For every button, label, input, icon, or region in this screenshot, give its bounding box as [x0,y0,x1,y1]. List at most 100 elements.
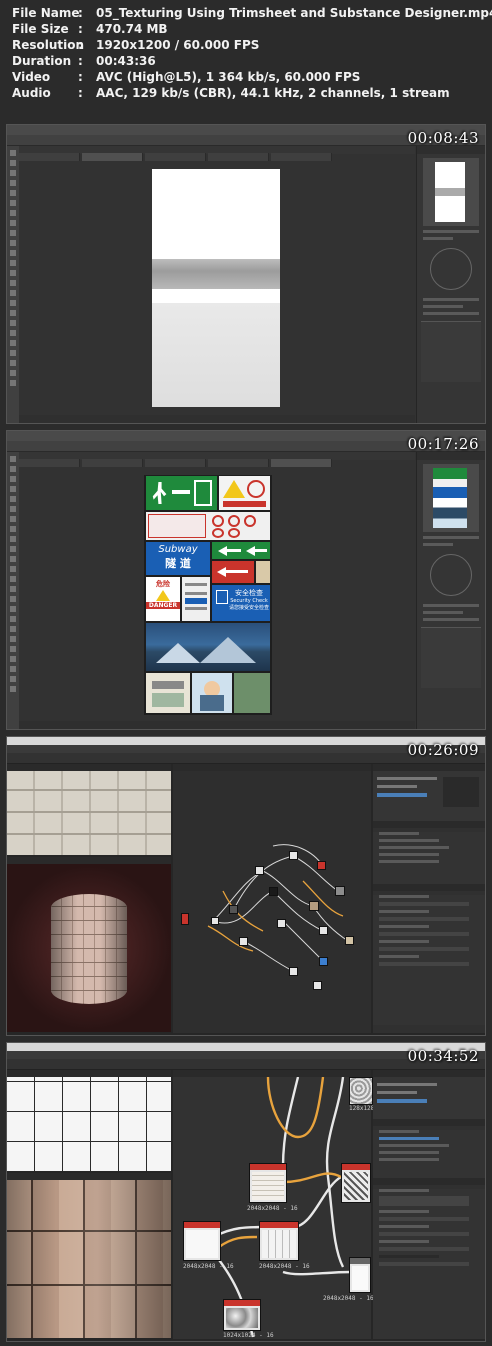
graph-node[interactable] [239,937,248,946]
ps-right-panel [416,146,485,423]
graph-node[interactable] [211,917,219,925]
red-arrow-sign [212,561,254,583]
info-value: AAC, 129 kb/s (CBR), 44.1 kHz, 2 channel… [96,86,450,100]
node-graph-zoomed[interactable]: 128x128 - 16 2048x2048 - 16 2048x2048 - … [173,1077,392,1339]
blend-node[interactable] [183,1221,221,1261]
ps-document-tabs [19,452,415,467]
info-value: 470.74 MB [96,22,168,36]
graph-node[interactable] [319,926,328,935]
node-resolution: 2048x2048 - 16 [259,1263,310,1270]
graph-node[interactable] [335,886,345,896]
ps-status-bar [19,415,415,423]
clouds-node[interactable] [223,1299,261,1331]
info-separator: : [78,86,83,100]
info-key: File Size [12,22,69,36]
small-notice [256,561,270,583]
pattern-node[interactable] [341,1163,371,1203]
danger-sign: 危险 DANGER [146,577,180,621]
thumbnail-3-substance-designer[interactable]: 00:26:09 [6,736,486,1036]
texture-node-top[interactable] [349,1077,373,1105]
timestamp: 00:26:09 [407,741,479,759]
info-separator: : [78,70,83,84]
exit-sign [146,476,217,510]
timestamp: 00:34:52 [407,1047,479,1065]
info-key: Audio [12,86,51,100]
graph-node[interactable] [277,919,286,928]
thumbnail-4-substance-designer[interactable]: 128x128 - 16 2048x2048 - 16 2048x2048 - … [6,1042,486,1342]
subway-title: Subway [158,544,198,555]
prohibition-signs [146,512,270,540]
info-value: 1920x1200 / 60.000 FPS [96,38,260,52]
file-info-header: File Name : 05_Texturing Using Trimsheet… [0,0,492,116]
info-key: File Name [12,6,80,20]
graph-wires [207,844,349,972]
ps-toolbar [7,146,19,423]
graph-node[interactable] [309,901,319,911]
info-value: 05_Texturing Using Trimsheet and Substan… [96,6,492,20]
node-output[interactable] [181,913,189,925]
ps-status-bar [19,721,415,729]
security-chinese: 安全检查 [235,589,263,597]
security-check-sign: 安全检查 Security Check 请您接受安全检查 [212,585,270,621]
trimsheet-canvas [152,169,280,407]
3d-view [7,864,171,1032]
graph-header [173,1070,371,1077]
2d-view-tiles [7,771,171,855]
info-key: Duration [12,54,72,68]
graph-node[interactable] [319,957,328,966]
2d-view-grid [7,1077,171,1171]
graph-node[interactable] [269,887,278,896]
tile-generator-node[interactable] [259,1221,299,1261]
node-resolution: 2048x2048 - 16 [183,1263,234,1270]
3d-view-closeup [7,1180,171,1338]
tile-node[interactable] [249,1163,287,1203]
graph-node[interactable] [289,967,298,976]
subway-chinese: 隧 道 [165,557,191,570]
graph-node[interactable] [313,981,322,990]
danger-label: DANGER [146,602,180,609]
2d-view-header [7,764,171,771]
node-resolution: 2048x2048 - 16 [323,1295,374,1302]
subway-sign: Subway 隧 道 [146,542,210,575]
info-separator: : [78,22,83,36]
security-chinese-2: 请您接受安全检查 [228,605,269,611]
cylinder-preview [51,894,127,1004]
info-value: 00:43:36 [96,54,156,68]
sign-trimsheet-canvas: Subway 隧 道 危险 DANGER 安全检查 Security Check… [144,475,272,715]
poster-middle [192,673,232,713]
graph-node[interactable] [229,905,238,914]
danger-chinese: 危险 [156,580,170,588]
3d-view-header [7,1173,171,1180]
sd-right-panels [373,1070,485,1339]
3d-view-header [7,857,171,864]
graph-node[interactable] [345,936,354,945]
ps-toolbar [7,452,19,729]
node-graph[interactable] [173,771,371,1033]
2d-view-header [7,1070,171,1077]
info-separator: : [78,6,83,20]
info-value: AVC (High@L5), 1 364 kb/s, 60.000 FPS [96,70,361,84]
thumbnail-2-photoshop[interactable]: Subway 隧 道 危险 DANGER 安全检查 Security Check… [6,430,486,730]
timestamp: 00:17:26 [407,435,479,453]
info-separator: : [78,38,83,52]
graph-node[interactable] [289,851,298,860]
graph-node[interactable] [317,861,326,870]
poster-right [234,673,270,713]
info-key: Resolution [12,38,85,52]
warning-sign [219,476,270,510]
ps-right-panel [416,452,485,729]
graph-node[interactable] [255,866,264,875]
graph-header [173,764,371,771]
notice-sign [182,577,210,621]
ps-document-tabs [19,146,415,161]
node-resolution: 2048x2048 - 16 [247,1205,298,1212]
thumbnail-1-photoshop[interactable]: 00:08:43 [6,124,486,424]
sd-right-panels [373,764,485,1033]
mountain-poster [146,623,270,671]
info-separator: : [78,54,83,68]
timestamp: 00:08:43 [407,129,479,147]
info-key: Video [12,70,51,84]
poster-left [146,673,190,713]
node-resolution: 1024x1024 - 16 [223,1332,274,1339]
output-preview-node[interactable] [349,1257,371,1293]
